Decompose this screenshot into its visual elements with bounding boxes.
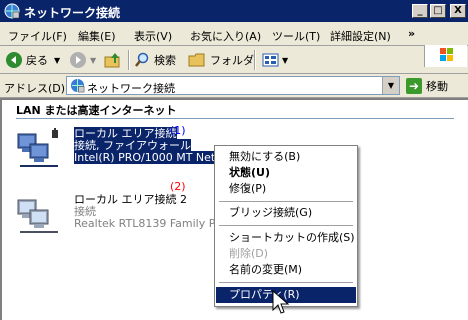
network-connections-icon <box>70 78 85 93</box>
annotation-1: (1) <box>170 124 186 137</box>
up-folder-button[interactable] <box>104 50 122 70</box>
views-dropdown-icon: ▼ <box>282 55 289 65</box>
context-menu: 無効にする(B) 状態(U) 修復(P) ブリッジ接続(G) ショートカットの作… <box>214 145 358 307</box>
connection-1-device: Intel(R) PRO/1000 MT Net <box>74 151 216 164</box>
connection-2-device: Realtek RTL8139 Family P <box>74 217 216 230</box>
search-label: 検索 <box>154 54 176 67</box>
toolbar-separator <box>254 50 256 70</box>
menu-item-create-shortcut[interactable]: ショートカットの作成(S) <box>216 230 356 246</box>
menu-overflow-chevron[interactable]: » <box>408 27 415 40</box>
menu-advanced[interactable]: 詳細設定(N) <box>330 28 391 44</box>
mouse-cursor-icon <box>272 290 290 314</box>
address-input[interactable]: ネットワーク接続 ▼ <box>66 76 400 95</box>
group-header: LAN または高速インターネット <box>16 104 177 117</box>
folders-button[interactable]: フォルダ <box>188 50 254 70</box>
toolbar: 戻る ▼ ▼ 検索 フォルダ ▼ <box>0 46 468 74</box>
menu-item-bridge[interactable]: ブリッジ接続(G) <box>216 205 356 221</box>
menu-favorites[interactable]: お気に入り(A) <box>190 28 261 44</box>
menu-item-rename[interactable]: 名前の変更(M) <box>216 262 356 278</box>
back-label: 戻る <box>26 54 48 67</box>
annotation-2: (2) <box>170 180 186 193</box>
menu-separator <box>219 225 353 226</box>
views-button[interactable]: ▼ <box>262 50 288 70</box>
menu-item-delete: 削除(D) <box>229 247 269 260</box>
up-folder-icon <box>104 53 120 68</box>
go-arrow-icon: ➜ <box>406 78 422 94</box>
menu-item-disable[interactable]: 無効にする(B) <box>216 149 356 165</box>
folders-icon <box>188 53 205 67</box>
back-arrow-icon <box>6 52 22 68</box>
menu-item-status[interactable]: 状態(U) <box>216 165 356 181</box>
network-connections-icon <box>4 3 20 19</box>
menu-separator <box>219 282 353 283</box>
forward-arrow-icon <box>70 52 86 68</box>
menu-bar: ファイル(F) 編集(E) 表示(V) お気に入り(A) ツール(T) 詳細設定… <box>0 22 468 67</box>
title-bar[interactable]: ネットワーク接続 _ □ X <box>0 0 468 22</box>
views-icon <box>262 53 279 67</box>
address-label: アドレス(D) <box>4 82 66 95</box>
address-bar: アドレス(D) ネットワーク接続 ▼ ➜ 移動 <box>0 74 468 98</box>
menu-file[interactable]: ファイル(F) <box>8 28 67 44</box>
forward-dropdown-icon[interactable]: ▼ <box>90 56 96 65</box>
address-value: ネットワーク接続 <box>87 82 175 95</box>
back-button[interactable]: 戻る ▼ <box>6 50 60 70</box>
menu-separator <box>219 201 353 202</box>
network-connection-icon <box>17 199 58 233</box>
forward-button[interactable]: ▼ <box>70 50 96 70</box>
search-button[interactable]: 検索 <box>134 50 176 70</box>
menu-item-repair[interactable]: 修復(P) <box>216 181 356 197</box>
go-label: 移動 <box>426 80 448 93</box>
menu-edit[interactable]: 編集(E) <box>78 28 116 44</box>
network-connection-icon <box>17 128 58 167</box>
menu-view[interactable]: 表示(V) <box>134 28 172 44</box>
group-divider <box>16 118 454 119</box>
search-icon <box>135 52 149 67</box>
close-button[interactable]: X <box>450 4 466 18</box>
explorer-window: ネットワーク接続 _ □ X ファイル(F) 編集(E) 表示(V) お気に入り… <box>0 0 468 320</box>
window-title: ネットワーク接続 <box>24 6 121 20</box>
folders-label: フォルダ <box>210 54 254 67</box>
maximize-button[interactable]: □ <box>430 4 446 18</box>
minimize-button[interactable]: _ <box>412 4 428 18</box>
go-button[interactable]: ➜ 移動 <box>406 77 448 95</box>
menu-tools[interactable]: ツール(T) <box>272 28 320 44</box>
back-dropdown-icon[interactable]: ▼ <box>54 56 60 65</box>
address-dropdown-icon[interactable]: ▼ <box>382 77 399 94</box>
toolbar-separator <box>128 50 130 70</box>
